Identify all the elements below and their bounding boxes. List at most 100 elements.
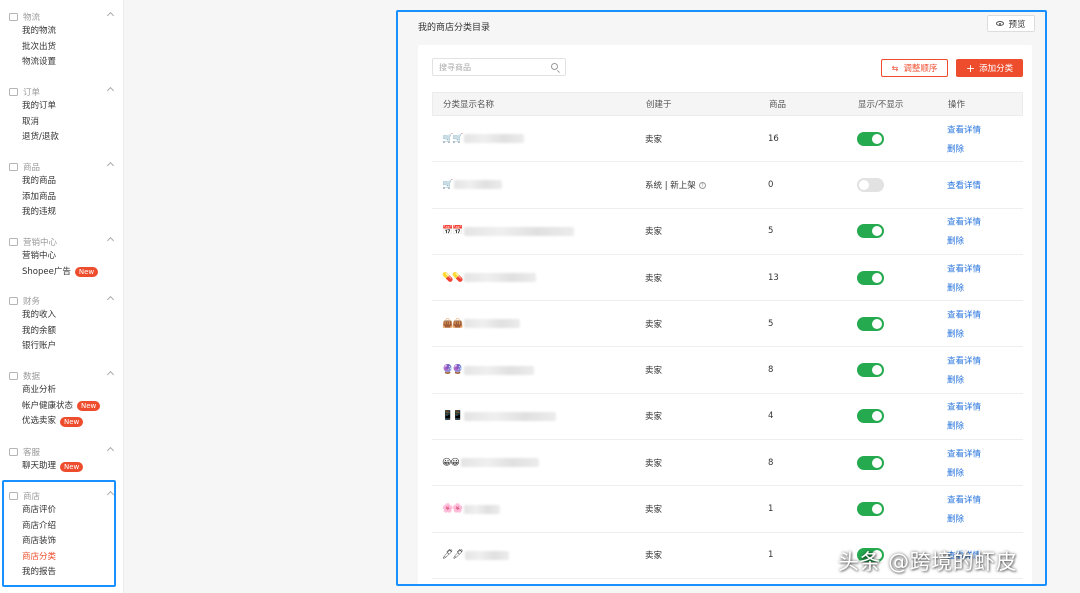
table-row: 🔮🔮 卖家 8 查看详情 删除 xyxy=(432,347,1023,394)
view-details-link[interactable]: 查看详情 xyxy=(947,179,981,191)
chevron-up-icon[interactable] xyxy=(106,370,115,379)
product-count: 4 xyxy=(768,411,774,422)
category-card: ⇆ 调整顺序 + 添加分类 分类显示名称 创建于 商品 显示/不显示 操作 🛒🛒… xyxy=(418,45,1032,584)
sidebar-section-header[interactable]: 物流 xyxy=(0,10,124,24)
chevron-up-icon[interactable] xyxy=(106,295,115,304)
sidebar-item[interactable]: 退货/退款 xyxy=(0,130,124,146)
sidebar-item[interactable]: 银行账户 xyxy=(0,339,124,355)
category-name-cell: 🛒 xyxy=(442,180,503,190)
sidebar-item[interactable]: 我的物流 xyxy=(0,24,124,40)
view-details-link[interactable]: 查看详情 xyxy=(947,123,981,135)
view-details-link[interactable]: 查看详情 xyxy=(947,494,981,506)
delete-link[interactable]: 删除 xyxy=(947,466,981,478)
view-details-link[interactable]: 查看详情 xyxy=(947,262,981,274)
visibility-toggle[interactable] xyxy=(857,409,884,424)
delete-link[interactable]: 删除 xyxy=(947,142,981,154)
visibility-toggle[interactable] xyxy=(857,316,884,331)
category-name-cell: 🛒🛒 xyxy=(442,134,525,144)
view-details-link[interactable]: 查看详情 xyxy=(947,355,981,367)
sidebar-item[interactable]: 商店介绍 xyxy=(0,519,124,535)
plus-icon: + xyxy=(965,61,976,75)
category-emoji: 💊💊 xyxy=(442,272,463,283)
new-badge: New xyxy=(60,416,84,427)
chevron-up-icon[interactable] xyxy=(106,11,115,20)
sidebar-section-header[interactable]: 数据 xyxy=(0,369,124,383)
visibility-toggle[interactable] xyxy=(857,363,884,378)
visibility-toggle[interactable] xyxy=(857,224,884,239)
delete-link[interactable]: 删除 xyxy=(947,513,981,525)
visibility-toggle[interactable] xyxy=(857,502,884,517)
search-icon[interactable] xyxy=(551,63,558,70)
view-details-link[interactable]: 查看详情 xyxy=(947,216,981,228)
visibility-toggle[interactable] xyxy=(857,131,884,146)
chevron-up-icon[interactable] xyxy=(106,86,115,95)
sidebar-section-header[interactable]: 客服 xyxy=(0,445,124,459)
sidebar-item[interactable]: 商店装饰 xyxy=(0,534,124,550)
sidebar-item[interactable]: 取消 xyxy=(0,115,124,131)
search-input[interactable] xyxy=(439,62,549,72)
add-category-button[interactable]: + 添加分类 xyxy=(956,59,1023,77)
sidebar-item-label: Shopee广告 xyxy=(22,266,71,277)
sidebar-item[interactable]: Shopee广告 New xyxy=(0,265,124,281)
visibility-toggle[interactable] xyxy=(857,455,884,470)
chevron-up-icon[interactable] xyxy=(106,490,115,499)
sidebar-item[interactable]: 我的违规 xyxy=(0,205,124,221)
blurred-category-name xyxy=(464,411,557,421)
sidebar-item[interactable]: 商业分析 xyxy=(0,383,124,399)
sidebar-item[interactable]: 商店评价 xyxy=(0,503,124,519)
reorder-label: 调整顺序 xyxy=(903,64,938,74)
delete-link[interactable]: 删除 xyxy=(947,420,981,432)
truck-icon xyxy=(9,13,18,21)
row-actions: 查看详情 删除 xyxy=(947,447,981,478)
sidebar-item[interactable]: 我的余额 xyxy=(0,324,124,340)
new-badge: New xyxy=(74,267,99,278)
view-details-link[interactable]: 查看详情 xyxy=(947,447,981,459)
product-count: 0 xyxy=(768,179,774,190)
visibility-toggle[interactable] xyxy=(857,177,884,192)
sidebar-item[interactable]: 批次出货 xyxy=(0,40,124,56)
sidebar-section-header[interactable]: 商品 xyxy=(0,160,124,174)
sidebar-item[interactable]: 优选卖家 New xyxy=(0,414,124,430)
view-details-link[interactable]: 查看详情 xyxy=(947,401,981,413)
sidebar-section-header[interactable]: 商店 xyxy=(0,489,124,503)
view-details-link[interactable]: 查看详情 xyxy=(947,308,981,320)
row-actions: 查看详情 删除 xyxy=(947,401,981,432)
table-header: 分类显示名称 创建于 商品 显示/不显示 操作 xyxy=(432,92,1023,116)
sidebar-section-header[interactable]: 订单 xyxy=(0,85,124,99)
sidebar-item[interactable]: 我的订单 xyxy=(0,99,124,115)
search-box[interactable] xyxy=(432,58,566,76)
add-category-label: 添加分类 xyxy=(979,64,1014,74)
reorder-button[interactable]: ⇆ 调整顺序 xyxy=(881,59,948,77)
blurred-category-name xyxy=(464,365,535,375)
category-name-cell: 🖊🖊 xyxy=(442,550,509,560)
sidebar-item[interactable]: 添加商品 xyxy=(0,190,124,206)
sidebar-item[interactable]: 我的报告 xyxy=(0,565,124,581)
category-emoji: 😀😀 xyxy=(442,457,460,468)
creator-text: 卖家 xyxy=(645,551,663,562)
sidebar-item[interactable]: 帐户健康状态 New xyxy=(0,399,124,415)
sidebar-section-header[interactable]: 营销中心 xyxy=(0,235,124,249)
sidebar-section-header[interactable]: 财务 xyxy=(0,294,124,308)
sidebar-item[interactable]: 聊天助理 New xyxy=(0,459,124,475)
chevron-up-icon[interactable] xyxy=(106,446,115,455)
delete-link[interactable]: 删除 xyxy=(947,374,981,386)
chevron-up-icon[interactable] xyxy=(106,161,115,170)
sidebar-item[interactable]: 我的收入 xyxy=(0,308,124,324)
creator-text: 系统 | 新上架 xyxy=(645,180,696,191)
visibility-toggle[interactable] xyxy=(857,270,884,285)
delete-link[interactable]: 删除 xyxy=(947,281,981,293)
sidebar-item[interactable]: 商店分类 xyxy=(0,550,124,566)
sidebar-item-label: 商店装饰 xyxy=(22,536,57,546)
sidebar-section: 数据 商业分析 帐户健康状态 New 优选卖家 New xyxy=(0,369,124,430)
help-icon[interactable]: ? xyxy=(698,181,706,189)
preview-button[interactable]: 预览 xyxy=(987,15,1035,32)
delete-link[interactable]: 删除 xyxy=(947,235,981,247)
blurred-category-name xyxy=(464,319,521,329)
chevron-up-icon[interactable] xyxy=(106,236,115,245)
sidebar-item[interactable]: 物流设置 xyxy=(0,55,124,71)
wallet-icon xyxy=(9,297,18,305)
delete-link[interactable]: 删除 xyxy=(947,327,981,339)
category-name-cell: 📅📅 xyxy=(442,226,575,236)
sidebar-item[interactable]: 我的商品 xyxy=(0,174,124,190)
sidebar-item[interactable]: 营销中心 xyxy=(0,249,124,265)
